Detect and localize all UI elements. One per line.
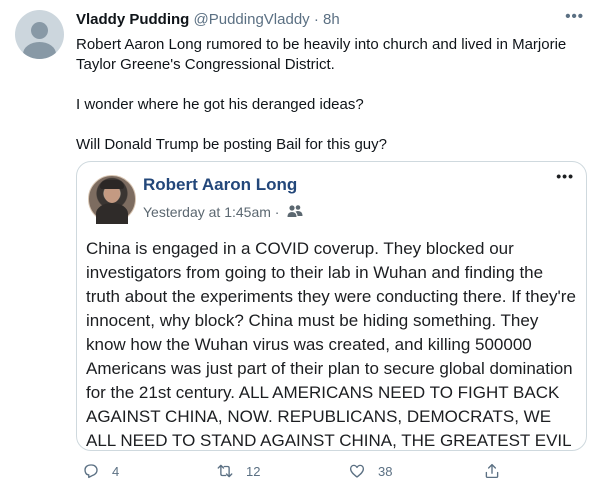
tweet-paragraph: Robert Aaron Long rumored to be heavily … xyxy=(76,36,567,73)
reply-icon xyxy=(84,464,98,479)
timestamp[interactable]: 8h xyxy=(323,11,340,28)
card-timestamp: Yesterday at 1:45am · xyxy=(143,204,279,220)
tweet: Vladdy Pudding @PuddingVladdy · 8h ••• R… xyxy=(0,0,600,495)
friends-group-icon xyxy=(287,205,303,217)
card-body-text: China is engaged in a COVID coverup. The… xyxy=(86,239,576,450)
heart-icon xyxy=(349,464,365,478)
retweet-icon xyxy=(217,464,233,478)
avatar-torso xyxy=(96,203,128,224)
reply-button[interactable]: 4 xyxy=(82,462,119,480)
avatar-cap xyxy=(100,180,124,189)
default-avatar-head xyxy=(31,22,48,39)
tweet-text: Robert Aaron Long rumored to be heavily … xyxy=(76,35,576,175)
default-avatar-body xyxy=(23,42,56,59)
card-time-text: Yesterday at 1:45am xyxy=(143,204,271,220)
card-separator: · xyxy=(274,204,280,220)
avatar[interactable] xyxy=(15,10,64,59)
card-author-name: Robert Aaron Long xyxy=(143,175,298,194)
card-more-icon: ••• xyxy=(556,168,574,184)
tweet-paragraph: Will Donald Trump be posting Bail for th… xyxy=(76,136,387,153)
share-icon xyxy=(485,463,499,479)
retweet-button[interactable]: 12 xyxy=(216,462,260,480)
embedded-post-screenshot[interactable]: Robert Aaron Long Yesterday at 1:45am · … xyxy=(76,161,587,451)
separator-dot: · xyxy=(313,11,319,28)
handle[interactable]: @PuddingVladdy xyxy=(194,11,310,28)
like-count: 38 xyxy=(378,463,393,479)
tweet-actions: 4 12 38 xyxy=(76,462,576,486)
display-name[interactable]: Vladdy Pudding xyxy=(76,11,189,28)
reply-count: 4 xyxy=(112,463,120,479)
retweet-count: 12 xyxy=(246,463,261,479)
share-button[interactable] xyxy=(483,462,513,480)
tweet-header: Vladdy Pudding @PuddingVladdy · 8h xyxy=(76,11,340,28)
like-button[interactable]: 38 xyxy=(348,462,392,480)
tweet-paragraph: I wonder where he got his deranged ideas… xyxy=(76,96,364,113)
more-options-icon[interactable]: ••• xyxy=(565,8,584,25)
card-avatar xyxy=(88,175,136,224)
